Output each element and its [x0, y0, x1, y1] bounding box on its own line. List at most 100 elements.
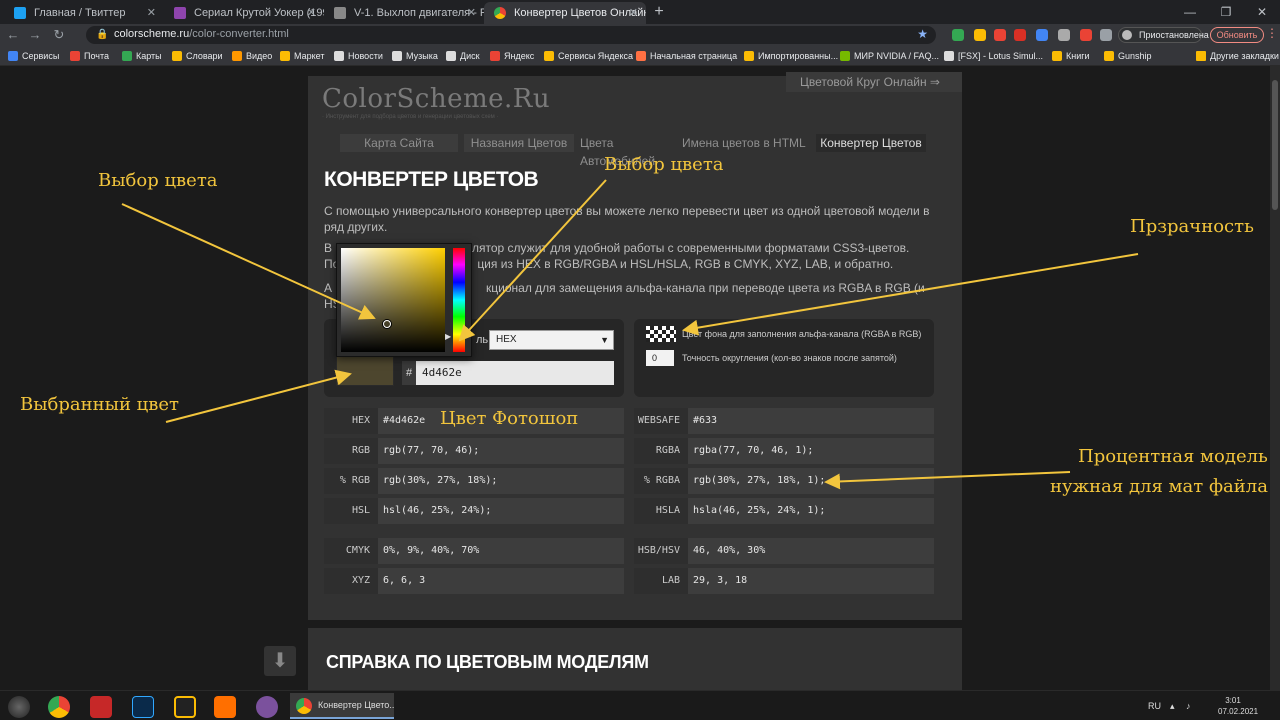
close-icon[interactable]: ✕ — [147, 2, 156, 24]
tab-walker[interactable]: Сериал Крутой Уокер (1993) смо ✕ — [164, 2, 324, 24]
site-logo[interactable]: ColorScheme.Ru — [322, 84, 550, 114]
result-value[interactable]: 29, 3, 18 — [688, 568, 934, 594]
hue-slider[interactable] — [453, 248, 465, 352]
start-icon[interactable] — [8, 696, 30, 718]
puzzle-icon[interactable] — [1100, 29, 1112, 41]
color-model-select[interactable]: HEX ▼ — [489, 330, 614, 350]
result-value[interactable]: rgb(30%, 27%, 18%); — [378, 468, 624, 494]
extension-icon[interactable] — [952, 29, 964, 41]
bookmark-item[interactable]: Импортированны... — [744, 48, 838, 64]
result-value[interactable]: hsl(46, 25%, 24%); — [378, 498, 624, 524]
chrome-icon — [296, 698, 312, 714]
color-wheel-link[interactable]: Цветовой Круг Онлайн ⇒ — [786, 72, 962, 92]
bookmark-item[interactable]: Новости — [334, 48, 383, 64]
taskbar-task-chrome[interactable]: Конвертер Цвето... — [290, 693, 394, 719]
close-icon[interactable]: ✕ — [629, 2, 638, 24]
bookmark-item[interactable]: Музыка — [392, 48, 438, 64]
bookmark-item[interactable]: Начальная страница — [636, 48, 737, 64]
background-color-swatch[interactable] — [646, 326, 676, 342]
arrow-down-icon[interactable]: ⬇ — [264, 646, 296, 676]
close-icon[interactable]: ✕ — [467, 2, 476, 24]
result-value[interactable]: 6, 6, 3 — [378, 568, 624, 594]
selected-color-swatch[interactable] — [336, 356, 394, 386]
extension-icon[interactable] — [1058, 29, 1070, 41]
bookmark-item[interactable]: Карты — [122, 48, 162, 64]
result-value[interactable]: rgb(77, 70, 46); — [378, 438, 624, 464]
bookmark-item[interactable]: Видео — [232, 48, 272, 64]
other-bookmarks[interactable]: Другие закладки — [1196, 48, 1279, 64]
network-icon[interactable]: ▴ — [1170, 691, 1175, 720]
picker-cursor[interactable] — [383, 320, 391, 328]
clock[interactable]: 3:01 07.02.2021 — [1218, 695, 1258, 717]
tab-title: Главная / Твиттер — [34, 7, 126, 19]
bookmark-item[interactable]: Яндекс — [490, 48, 534, 64]
site-icon — [174, 7, 186, 19]
extension-icon[interactable] — [1036, 29, 1048, 41]
result-label: % RGBA — [634, 468, 688, 494]
language-indicator[interactable]: RU — [1148, 691, 1161, 720]
maximize-icon[interactable]: ❐ — [1208, 0, 1244, 24]
tab-title: Конвертер Цветов Онлайн — Н — [514, 7, 646, 19]
result-value[interactable]: hsla(46, 25%, 24%, 1); — [688, 498, 934, 524]
app-icon[interactable] — [174, 696, 196, 718]
tab-color-converter[interactable]: Конвертер Цветов Онлайн — Н ✕ — [484, 2, 646, 24]
close-icon[interactable]: ✕ — [307, 2, 316, 24]
nav-car-colors[interactable]: Цвета Автомобилей — [580, 134, 684, 168]
minimize-icon[interactable]: — — [1172, 0, 1208, 24]
viber-icon[interactable] — [256, 696, 278, 718]
saturation-value-area[interactable] — [341, 248, 445, 352]
bookmark-item[interactable]: Маркет — [280, 48, 324, 64]
app-icon[interactable] — [90, 696, 112, 718]
volume-icon[interactable]: ♪ — [1186, 691, 1191, 720]
result-value[interactable]: 46, 40%, 30% — [688, 538, 934, 564]
hex-input[interactable]: 4d462e — [416, 361, 614, 385]
result-value[interactable]: #633 — [688, 408, 934, 434]
annotation-pick-color-1: Выбор цвета — [98, 170, 218, 191]
tab-v1[interactable]: V-1. Выхлоп двигателя - Page 2 ✕ — [324, 2, 484, 24]
bookmark-item[interactable]: Gunship — [1104, 48, 1152, 64]
nav-sitemap[interactable]: Карта Сайта — [340, 134, 458, 152]
menu-icon[interactable]: ⋮ — [1266, 26, 1278, 40]
tab-twitter[interactable]: Главная / Твиттер ✕ — [4, 2, 164, 24]
bookmark-icon — [8, 51, 18, 61]
bookmark-item[interactable]: Сервисы Яндекса — [544, 48, 633, 64]
bookmark-icon — [840, 51, 850, 61]
bookmark-label: МИР NVIDIA / FAQ... — [854, 51, 939, 61]
precision-input[interactable]: 0 — [646, 350, 674, 366]
extension-icon[interactable] — [994, 29, 1006, 41]
bookmark-item[interactable]: Словари — [172, 48, 223, 64]
tab-title: V-1. Выхлоп двигателя - Page 2 — [354, 7, 484, 19]
nav-html-colors[interactable]: Имена цветов в HTML — [682, 134, 818, 152]
update-button[interactable]: Обновить — [1210, 27, 1264, 43]
color-picker-popup[interactable]: ▶ — [336, 243, 472, 357]
bookmark-item[interactable]: Сервисы — [8, 48, 59, 64]
scrollbar-thumb[interactable] — [1272, 80, 1278, 210]
annotation-transparency: Прзрачность — [1130, 216, 1254, 237]
nav-color-names[interactable]: Названия Цветов — [464, 134, 574, 152]
result-value[interactable]: 0%, 9%, 40%, 70% — [378, 538, 624, 564]
back-icon[interactable]: ← — [4, 26, 22, 44]
forward-icon[interactable]: → — [26, 26, 44, 44]
bookmark-item[interactable]: Диск — [446, 48, 480, 64]
extension-icon[interactable] — [1080, 29, 1092, 41]
reload-icon[interactable]: ↻ — [50, 26, 68, 44]
photoshop-icon[interactable] — [132, 696, 154, 718]
close-window-icon[interactable]: ✕ — [1244, 0, 1280, 24]
bookmark-icon — [1104, 51, 1114, 61]
bookmark-item[interactable]: [FSX] - Lotus Simul... — [944, 48, 1043, 64]
nav-color-converter[interactable]: Конвертер Цветов — [816, 134, 926, 152]
profile-button[interactable]: Приостановлена — [1118, 27, 1209, 43]
new-tab-button[interactable]: + — [650, 3, 668, 21]
bookmark-item[interactable]: Почта — [70, 48, 109, 64]
extension-icon[interactable] — [1014, 29, 1026, 41]
result-value[interactable]: rgb(30%, 27%, 18%, 1); — [688, 468, 934, 494]
result-value[interactable]: rgba(77, 70, 46, 1); — [688, 438, 934, 464]
address-bar[interactable]: 🔒 colorscheme.ru/color-converter.html ★ — [86, 26, 936, 44]
bookmark-star-icon[interactable]: ★ — [917, 27, 928, 41]
bookmark-item[interactable]: МИР NVIDIA / FAQ... — [840, 48, 939, 64]
chrome-icon[interactable] — [48, 696, 70, 718]
bookmark-label: Музыка — [406, 51, 438, 61]
app-icon[interactable] — [214, 696, 236, 718]
extension-icon[interactable] — [974, 29, 986, 41]
bookmark-item[interactable]: Книги — [1052, 48, 1090, 64]
